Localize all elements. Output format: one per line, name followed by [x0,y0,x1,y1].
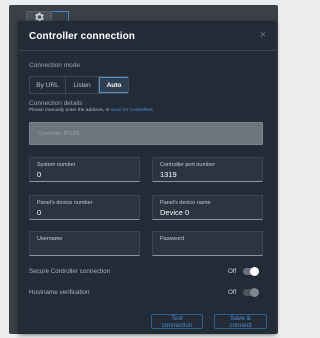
panel-device-name-label: Panel's device name [160,200,211,206]
mode-listen-button[interactable]: Listen [66,77,99,93]
hint-text: Please manually enter the address, or [29,108,110,113]
hostname-verification-state: Off [228,289,237,296]
hostname-verification-toggle[interactable] [243,288,259,297]
secure-connection-label: Secure Controller connection [29,268,111,275]
controller-port-label: Controller port number [160,162,216,168]
controller-url-input[interactable] [29,122,263,145]
system-number-label: System number [37,162,76,168]
panel-device-number-value: 0 [37,208,42,217]
connection-details-label: Connection details [29,100,83,107]
toggle-knob [250,267,259,276]
controller-port-value: 1319 [160,170,177,179]
panel-device-number-field[interactable]: Panel's device number 0 [29,195,140,220]
controller-connection-dialog: Controller connection × Connection mode … [18,21,276,334]
hostname-verification-label: Hostname verification [29,289,90,296]
dialog-header: Controller connection × [18,21,276,51]
password-label: Password [160,236,185,242]
panel-device-name-value: Device 0 [160,208,190,217]
secure-connection-state: Off [228,268,237,275]
save-connect-button[interactable]: Save & connect [214,314,267,329]
scan-controllers-link[interactable]: scan for Controllers. [111,108,154,113]
connection-mode-selector: By URL Listen Auto [29,76,129,94]
secure-connection-toggle[interactable] [243,267,259,276]
controller-port-field[interactable]: Controller port number 1319 [152,157,263,182]
panel-device-name-field[interactable]: Panel's device name Device 0 [152,195,263,220]
mode-auto-button[interactable]: Auto [99,77,128,93]
dialog-title: Controller connection [29,31,135,42]
connection-mode-label: Connection mode [29,62,80,69]
system-number-value: 0 [37,170,42,179]
connection-hint: Please manually enter the address, or sc… [29,108,154,113]
close-icon[interactable]: × [258,30,268,41]
system-number-field[interactable]: System number 0 [29,157,140,182]
toggle-knob [250,288,259,297]
username-label: Username [37,236,63,242]
panel-device-number-label: Panel's device number [37,200,93,206]
test-connection-button[interactable]: Test connection [151,314,203,329]
username-field[interactable]: Username [29,231,140,256]
password-field[interactable]: Password [152,231,263,256]
mode-by-url-button[interactable]: By URL [30,77,66,93]
